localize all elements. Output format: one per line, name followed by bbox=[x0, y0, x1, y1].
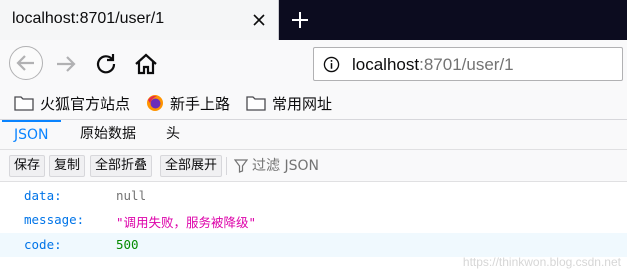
json-row[interactable]: data: null bbox=[0, 184, 627, 208]
json-key: code: bbox=[24, 237, 62, 252]
forward-arrow-icon[interactable] bbox=[51, 49, 81, 79]
url-host: localhost bbox=[352, 55, 420, 74]
bookmark-item[interactable]: 新手上路 bbox=[146, 93, 230, 113]
tab-strip: localhost:8701/user/1 bbox=[0, 0, 627, 40]
filter-json-input[interactable]: 过滤 JSON bbox=[234, 155, 319, 177]
new-tab-icon[interactable] bbox=[289, 9, 311, 31]
reload-icon[interactable] bbox=[91, 49, 121, 79]
nav-bar: localhost:8701/user/1 bbox=[0, 40, 627, 87]
json-key: data: bbox=[24, 188, 62, 203]
filter-icon bbox=[234, 159, 248, 173]
info-icon[interactable] bbox=[323, 56, 340, 73]
tab-raw-data[interactable]: 原始数据 bbox=[68, 120, 148, 150]
tab-json[interactable]: JSON bbox=[2, 120, 61, 150]
bookmark-item[interactable]: 常用网址 bbox=[246, 93, 332, 113]
bookmarks-toolbar: 火狐官方站点 新手上路 常用网址 bbox=[0, 87, 627, 120]
close-icon[interactable] bbox=[250, 11, 268, 29]
url-text: localhost:8701/user/1 bbox=[352, 55, 514, 75]
json-viewer-tabs: JSON 原始数据 头 bbox=[0, 120, 627, 150]
back-arrow-icon bbox=[16, 55, 34, 71]
browser-tab[interactable]: localhost:8701/user/1 bbox=[0, 0, 279, 40]
firefox-icon bbox=[147, 95, 163, 111]
bookmark-label: 火狐官方站点 bbox=[40, 94, 131, 113]
json-toolbar: 保存 复制 全部折叠 全部展开 过滤 JSON bbox=[0, 150, 627, 182]
toolbar-divider bbox=[226, 157, 227, 175]
json-row[interactable]: code: 500 bbox=[0, 233, 627, 257]
bookmark-label: 常用网址 bbox=[272, 94, 333, 113]
bookmark-item[interactable]: 火狐官方站点 bbox=[14, 93, 130, 113]
folder-icon bbox=[14, 96, 34, 111]
back-button[interactable] bbox=[9, 46, 43, 80]
save-button[interactable]: 保存 bbox=[9, 155, 46, 177]
folder-icon bbox=[246, 96, 266, 111]
expand-all-button[interactable]: 全部展开 bbox=[160, 155, 223, 177]
json-key: message: bbox=[24, 212, 85, 227]
filter-placeholder: 过滤 JSON bbox=[252, 158, 319, 174]
watermark: https://thinkwon.blog.csdn.net bbox=[462, 255, 621, 269]
collapse-all-button[interactable]: 全部折叠 bbox=[90, 155, 153, 177]
tab-title: localhost:8701/user/1 bbox=[12, 10, 165, 27]
home-icon[interactable] bbox=[131, 49, 161, 79]
tab-headers[interactable]: 头 bbox=[154, 120, 192, 150]
json-value: "调用失败，服务被降级" bbox=[116, 215, 257, 230]
json-row[interactable]: message: "调用失败，服务被降级" bbox=[0, 208, 627, 232]
copy-button[interactable]: 复制 bbox=[49, 155, 86, 177]
json-value: null bbox=[116, 188, 147, 203]
json-value: 500 bbox=[116, 237, 139, 252]
url-bar[interactable]: localhost:8701/user/1 bbox=[313, 47, 623, 81]
bookmark-label: 新手上路 bbox=[170, 94, 231, 113]
url-path: :8701/user/1 bbox=[419, 55, 514, 74]
